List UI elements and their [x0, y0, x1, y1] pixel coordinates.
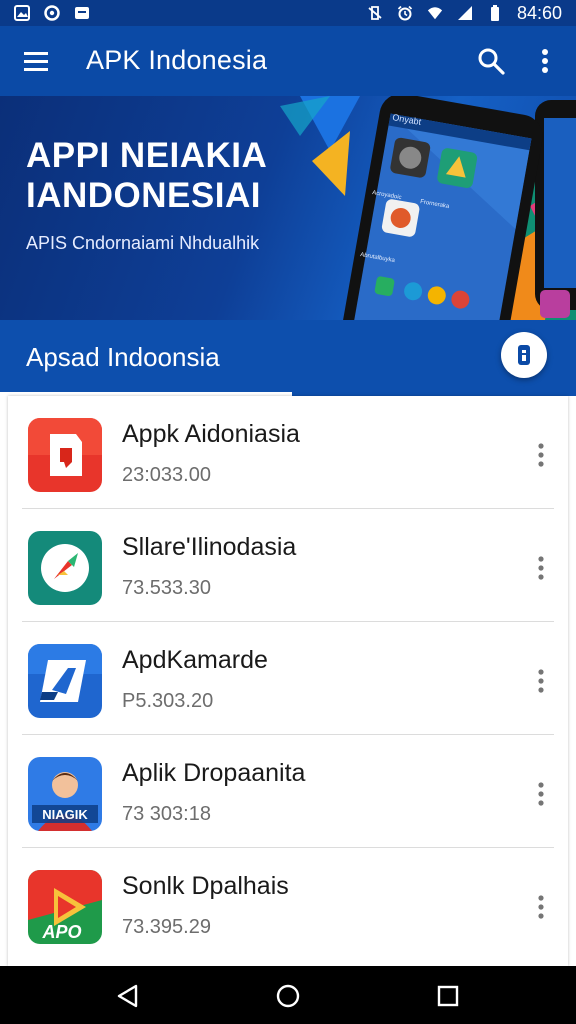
list-item[interactable]: Sllare'Ilinodasia 73.533.30 — [8, 509, 568, 622]
app-title: APK Indonesia — [86, 45, 268, 75]
section-title[interactable]: Apsad Indoonsia — [26, 342, 220, 373]
app-price: 23:033.00 — [122, 464, 211, 486]
hero-title-line-1: APPI NEIAKIA — [26, 136, 268, 175]
red-box-app-icon — [28, 418, 102, 492]
app-price: P5.303.20 — [122, 690, 214, 712]
list-item[interactable]: ApdKamarde P5.303.20 — [8, 622, 568, 735]
app-bar: APK Indonesia — [0, 26, 576, 96]
back-triangle-icon[interactable] — [114, 982, 142, 1010]
section-header: Apsad Indoonsia — [0, 320, 576, 396]
app-name: ApdKamarde — [122, 646, 268, 674]
recents-square-icon[interactable] — [434, 982, 462, 1010]
status-time: 84:60 — [516, 2, 562, 23]
message-icon — [74, 5, 90, 21]
app-icon-label: NIAGIK — [42, 807, 88, 822]
hero-subtitle: APIS Cndornaiami Nhdualhik — [26, 233, 260, 253]
info-fab-button[interactable] — [501, 332, 547, 378]
vibrate-icon — [367, 5, 383, 21]
circle-record-icon — [44, 5, 60, 21]
list-item[interactable]: Appk Aidoniasia 23:033.00 — [8, 396, 568, 509]
status-left — [14, 5, 90, 21]
more-vert-icon[interactable] — [532, 46, 558, 76]
more-vert-icon[interactable] — [534, 553, 548, 583]
compass-app-icon — [28, 531, 102, 605]
play-app-icon: APO — [28, 870, 102, 944]
hero-title: APPI NEIAKIA IANDONESIAI — [26, 136, 267, 216]
more-vert-icon[interactable] — [534, 666, 548, 696]
status-bar: 84:60 — [0, 0, 576, 26]
more-vert-icon[interactable] — [534, 440, 548, 470]
app-price: 73.533.30 — [122, 577, 211, 599]
list-item[interactable]: NIAGIK Aplik Dropaanita 73 303:18 — [8, 735, 568, 848]
app-name: Aplik Dropaanita — [122, 759, 306, 787]
search-icon[interactable] — [476, 46, 506, 76]
status-right: 84:60 — [367, 3, 562, 24]
app-list: Appk Aidoniasia 23:033.00 Sllare'Ilinoda… — [8, 396, 568, 966]
home-circle-icon[interactable] — [274, 982, 302, 1010]
hero-title-line-2: IANDONESIAI — [26, 176, 261, 215]
hamburger-menu-icon[interactable] — [22, 48, 50, 74]
more-vert-icon[interactable] — [534, 892, 548, 922]
system-nav-bar — [0, 966, 576, 1024]
battery-icon — [487, 5, 503, 21]
image-icon — [14, 5, 30, 21]
list-item[interactable]: APO Sonlk Dpalhais 73.395.29 — [8, 848, 568, 961]
app-price: 73 303:18 — [122, 803, 211, 825]
app-name: Sllare'Ilinodasia — [122, 533, 297, 561]
signal-icon — [457, 5, 473, 21]
app-name: Sonlk Dpalhais — [122, 872, 289, 900]
app-name: Appk Aidoniasia — [122, 420, 300, 448]
wifi-icon — [427, 5, 443, 21]
app-price: 73.395.29 — [122, 916, 211, 938]
character-app-icon: NIAGIK — [28, 757, 102, 831]
more-vert-icon[interactable] — [534, 779, 548, 809]
alarm-icon — [397, 5, 413, 21]
info-icon — [518, 345, 530, 365]
hero-banner[interactable]: Onyabt Acroyadoic Frorneraka Abrutalbuyk… — [0, 96, 576, 320]
shopping-app-icon — [28, 644, 102, 718]
app-icon-label: APO — [41, 922, 81, 942]
